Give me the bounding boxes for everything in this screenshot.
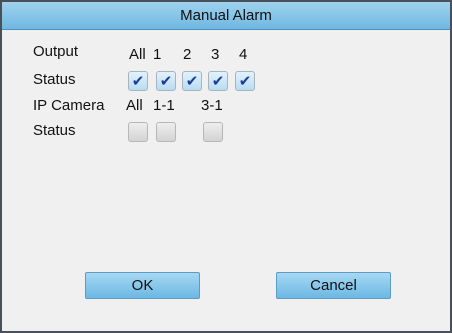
ip-camera-label: IP Camera xyxy=(33,97,105,114)
output-col-all: All xyxy=(129,46,146,63)
ip-camera-col-1-1: 1-1 xyxy=(153,97,175,114)
ip-camera-all-checkbox[interactable] xyxy=(128,122,148,142)
output-4-checkbox[interactable]: ✔ xyxy=(235,71,255,91)
output-3-checkbox[interactable]: ✔ xyxy=(208,71,228,91)
ip-camera-1-1-checkbox[interactable] xyxy=(156,122,176,142)
output-all-checkbox[interactable]: ✔ xyxy=(128,71,148,91)
ip-camera-3-1-checkbox[interactable] xyxy=(203,122,223,142)
output-2-checkbox[interactable]: ✔ xyxy=(182,71,202,91)
output-col-1: 1 xyxy=(153,46,162,63)
ok-button[interactable]: OK xyxy=(85,272,200,299)
output-label: Output xyxy=(33,43,79,60)
checkmark-icon: ✔ xyxy=(238,72,252,90)
manual-alarm-dialog: Manual Alarm Output All 1 2 3 4 Status ✔… xyxy=(0,0,452,333)
cancel-button[interactable]: Cancel xyxy=(276,272,391,299)
ip-camera-col-all: All xyxy=(126,97,143,114)
checkmark-icon: ✔ xyxy=(131,72,145,90)
checkmark-icon: ✔ xyxy=(159,72,173,90)
dialog-title: Manual Alarm xyxy=(2,2,450,30)
output-status-label: Status xyxy=(33,71,76,88)
ip-camera-status-label: Status xyxy=(33,122,76,139)
output-col-2: 2 xyxy=(183,46,192,63)
output-col-3: 3 xyxy=(211,46,220,63)
output-1-checkbox[interactable]: ✔ xyxy=(156,71,176,91)
ip-camera-col-3-1: 3-1 xyxy=(201,97,223,114)
checkmark-icon: ✔ xyxy=(185,72,199,90)
output-col-4: 4 xyxy=(239,46,248,63)
checkmark-icon: ✔ xyxy=(211,72,225,90)
